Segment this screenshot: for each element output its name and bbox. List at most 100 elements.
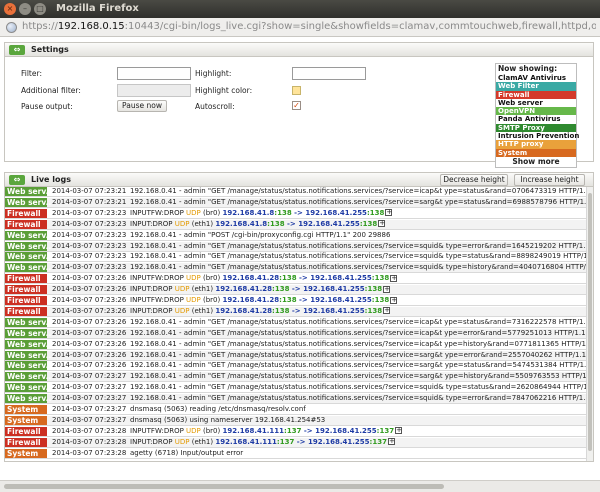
log-source-tag: Web serv.. <box>5 252 52 262</box>
url-scheme: https:// <box>22 21 58 32</box>
log-message: 192.168.0.41 - admin "POST /cgi-bin/prox… <box>130 230 391 239</box>
fw-dest-ip: 192.168.41.255 <box>305 208 367 217</box>
expand-icon[interactable]: + <box>383 307 391 315</box>
window-titlebar: × – □ Mozilla Firefox <box>0 0 600 18</box>
log-source-tag: Web serv.. <box>5 328 52 338</box>
fw-dest-ip: 192.168.41.255 <box>303 285 365 294</box>
pause-now-button[interactable]: Pause now <box>117 100 167 112</box>
additional-filter-label: Additional filter: <box>21 86 81 95</box>
log-source-tag: Web serv.. <box>5 197 52 207</box>
fw-source-port: :137 <box>276 437 295 446</box>
fw-dest-ip: 192.168.41.255 <box>303 306 365 315</box>
log-timestamp: 2014-03-07 07:23:27 <box>52 405 127 413</box>
log-timestamp: 2014-03-07 07:23:23 <box>52 208 127 217</box>
fw-arrow: -> <box>289 306 304 315</box>
fw-dest-ip: 192.168.41.255 <box>310 274 372 283</box>
log-timestamp: 2014-03-07 07:23:26 <box>52 296 127 304</box>
now-showing-list: ClamAV Antivirus Web Filter Firewall Web se… <box>496 74 579 157</box>
fw-interface: (eth1) <box>189 306 216 315</box>
fw-source-port: :138 <box>272 306 290 315</box>
log-row: Web serv.. 2014-03-07 07:23:27 192.168.0.4… <box>5 394 593 405</box>
log-message: 192.168.0.41 - admin "GET /manage/status… <box>130 361 594 370</box>
decrease-height-button[interactable]: Decrease height <box>440 174 508 186</box>
log-source-tag: Web serv.. <box>5 263 52 273</box>
fw-source-ip: 192.168.41.111 <box>222 426 285 435</box>
log-timestamp: 2014-03-07 07:23:26 <box>52 339 127 348</box>
vertical-scrollbar[interactable] <box>586 187 593 461</box>
log-source-tag: System <box>5 448 47 458</box>
fw-action: INPUT:DROP <box>130 306 175 315</box>
fw-dest-port: :138 <box>359 219 378 228</box>
expand-icon[interactable]: + <box>378 220 386 228</box>
address-bar[interactable]: https://192.168.0.15:10443/cgi-bin/logs_… <box>0 18 600 37</box>
fw-action: INPUTFW:DROP <box>130 208 187 217</box>
log-row: Web serv.. 2014-03-07 07:23:27 192.168.0.4… <box>5 383 593 394</box>
live-logs-table: Web serv.. 2014-03-07 07:23:21 192.168.0.4… <box>4 187 594 462</box>
log-source-tag: Firewall <box>5 306 47 316</box>
url-field[interactable]: https://192.168.0.15:10443/cgi-bin/logs_… <box>22 21 596 32</box>
settings-header[interactable]: ⇔ Settings <box>4 42 594 57</box>
log-row: Web serv.. 2014-03-07 07:23:27 192.168.0.4… <box>5 372 593 383</box>
log-timestamp: 2014-03-07 07:23:26 <box>52 274 127 283</box>
window-controls: × – □ <box>4 3 46 15</box>
log-source-tag: Firewall <box>5 285 47 295</box>
fw-interface: (eth1) <box>189 219 216 228</box>
expand-icon[interactable]: + <box>390 274 398 282</box>
log-source-tag: Web serv.. <box>5 187 52 196</box>
highlight-color-swatch[interactable] <box>292 86 301 95</box>
vertical-scroll-thumb[interactable] <box>588 193 592 451</box>
fw-interface: (br0) <box>200 426 223 435</box>
log-timestamp: 2014-03-07 07:23:26 <box>52 317 127 326</box>
now-showing-item: ClamAV Antivirus <box>496 74 576 83</box>
autoscroll-label: Autoscroll: <box>195 102 235 111</box>
fw-dest-ip: 192.168.41.255 <box>315 426 377 435</box>
horizontal-scroll-thumb[interactable] <box>4 484 444 489</box>
log-row: Firewall 2014-03-07 07:23:26 INPUTFW:DROP … <box>5 274 587 285</box>
log-source-tag: Firewall <box>5 437 47 447</box>
fw-source-ip: 192.168.41.28 <box>215 285 273 294</box>
expand-icon[interactable]: + <box>383 285 391 293</box>
log-timestamp: 2014-03-07 07:23:27 <box>52 383 127 392</box>
log-timestamp: 2014-03-07 07:23:23 <box>52 219 127 228</box>
close-icon[interactable]: × <box>4 3 16 15</box>
log-timestamp: 2014-03-07 07:23:23 <box>52 241 127 250</box>
expand-icon[interactable]: + <box>387 438 395 446</box>
url-path: :10443/cgi-bin/logs_live.cgi?show=single… <box>124 21 596 32</box>
expand-icon[interactable]: + <box>385 209 393 217</box>
log-row: Web serv.. 2014-03-07 07:23:26 192.168.0.4… <box>5 328 593 339</box>
live-logs-header[interactable]: ⇔ Live logs Decrease height Increase hei… <box>4 172 594 187</box>
autoscroll-checkbox[interactable]: ✓ <box>292 101 301 110</box>
maximize-icon[interactable]: □ <box>34 3 46 15</box>
window-title: Mozilla Firefox <box>56 3 139 14</box>
filter-label: Filter: <box>21 69 42 78</box>
fw-interface: (br0) <box>200 208 223 217</box>
filter-input[interactable] <box>117 67 191 80</box>
now-showing-item: OpenVPN <box>496 107 576 116</box>
increase-height-button[interactable]: Increase height <box>514 174 585 186</box>
log-message: 192.168.0.41 - admin "GET /manage/status… <box>130 187 594 195</box>
collapse-icon[interactable]: ⇔ <box>9 175 25 185</box>
additional-filter-input[interactable] <box>117 84 191 97</box>
fw-source-port: :138 <box>279 274 297 283</box>
log-source-tag: Firewall <box>5 426 47 436</box>
expand-icon[interactable]: + <box>395 427 403 435</box>
horizontal-scrollbar[interactable] <box>0 480 600 492</box>
fw-source-ip: 192.168.41.28 <box>222 274 280 283</box>
log-message: 192.168.0.41 - admin "GET /manage/status… <box>130 197 594 206</box>
log-source-tag: Web serv.. <box>5 230 52 240</box>
now-showing-item: HTTP proxy <box>496 140 576 149</box>
fw-dest-port: :137 <box>376 426 395 435</box>
fw-arrow: -> <box>296 274 311 283</box>
log-source-tag: Web serv.. <box>5 350 52 360</box>
show-more-link[interactable]: Show more <box>496 157 576 167</box>
log-message: agetty (6718) Input/output error <box>130 448 244 457</box>
log-row: Web serv.. 2014-03-07 07:23:23 192.168.0.4… <box>5 263 593 274</box>
fw-action: INPUT:DROP <box>130 285 175 294</box>
fw-source-ip: 192.168.41.28 <box>215 306 273 315</box>
collapse-icon[interactable]: ⇔ <box>9 45 25 55</box>
expand-icon[interactable]: + <box>390 296 398 304</box>
highlight-input[interactable] <box>292 67 366 80</box>
minimize-icon[interactable]: – <box>19 3 31 15</box>
now-showing-title: Now showing: <box>498 64 558 73</box>
log-row: Web serv.. 2014-03-07 07:23:23 192.168.0.4… <box>5 230 587 241</box>
